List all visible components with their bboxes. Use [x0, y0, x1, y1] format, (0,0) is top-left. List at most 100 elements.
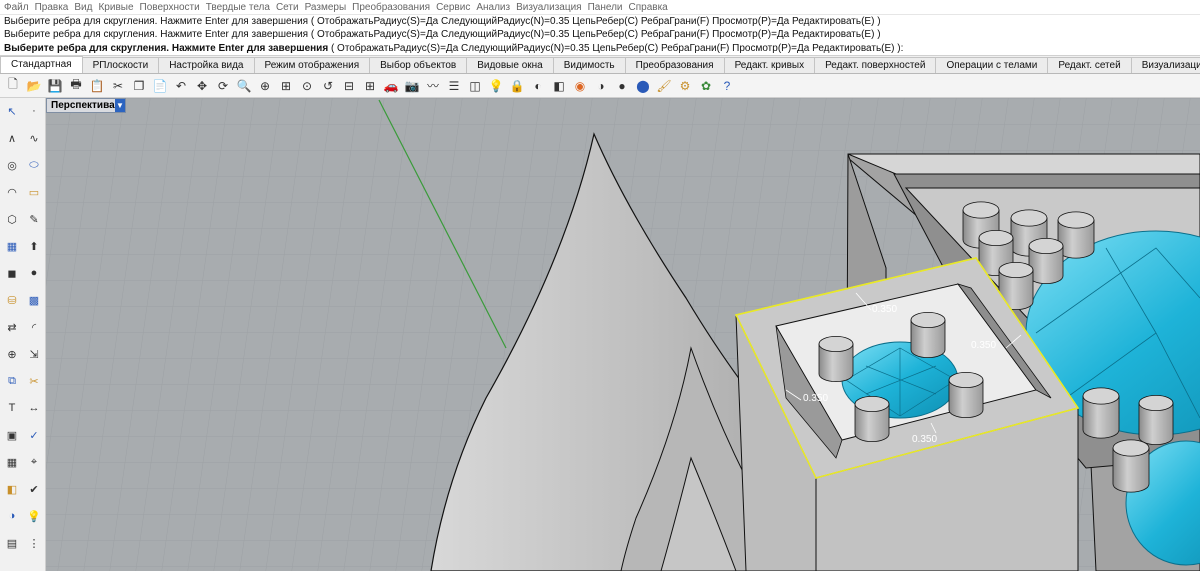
save-icon[interactable]: 💾 [46, 77, 64, 95]
menu-item[interactable]: Вид [74, 2, 92, 13]
undo-icon[interactable]: ↶ [172, 77, 190, 95]
toolbar-tab[interactable]: Редакт. поверхностей [814, 57, 937, 73]
light-icon[interactable]: 💡 [487, 77, 505, 95]
transform-icon[interactable]: ⇄ [3, 318, 21, 336]
light-tool-icon[interactable]: 💡 [25, 507, 43, 525]
options-gear-icon[interactable]: ⚙ [676, 77, 694, 95]
toolbar-tab[interactable]: Операции с телами [935, 57, 1049, 73]
toolbar-tab[interactable]: Выбор объектов [369, 57, 468, 73]
wire-icon[interactable]: 〰 [424, 77, 442, 95]
perspective-viewport[interactable]: 0.350 0.350 0.350 0.350 [46, 98, 1200, 571]
snap-icon[interactable]: ⌖ [25, 453, 43, 471]
dimension-icon[interactable]: ↔ [25, 399, 43, 417]
box-icon[interactable]: ◼ [3, 264, 21, 282]
menu-item[interactable]: Размеры [305, 2, 347, 13]
grasshopper-icon[interactable]: ✿ [697, 77, 715, 95]
select-arrow-icon[interactable]: ↖ [3, 102, 21, 120]
menu-item[interactable]: Визуализация [516, 2, 581, 13]
render-icon[interactable]: ● [613, 77, 631, 95]
menu-item[interactable]: Кривые [98, 2, 133, 13]
pan-icon[interactable]: ✥ [193, 77, 211, 95]
color-wheel-icon[interactable]: ◉ [571, 77, 589, 95]
sphere-icon[interactable]: ● [25, 264, 43, 282]
toolbar-tab[interactable]: Настройка вида [158, 57, 255, 73]
rectangle-icon[interactable]: ▭ [25, 183, 43, 201]
menu-item[interactable]: Справка [629, 2, 668, 13]
open-folder-icon[interactable]: 📂 [25, 77, 43, 95]
toolbar-tab[interactable]: Режим отображения [253, 57, 371, 73]
car-icon[interactable]: 🚗 [382, 77, 400, 95]
menu-item[interactable]: Поверхности [140, 2, 200, 13]
zoom-window-icon[interactable]: ⊕ [256, 77, 274, 95]
arc-icon[interactable]: ◠ [3, 183, 21, 201]
trim-icon[interactable]: ✂ [25, 372, 43, 390]
cylinder-icon[interactable]: ⛁ [3, 291, 21, 309]
select-all-icon[interactable]: ◫ [466, 77, 484, 95]
menu-item[interactable]: Панели [588, 2, 623, 13]
offset-icon[interactable]: ⇲ [25, 345, 43, 363]
toolbar-tab[interactable]: Редакт. кривых [723, 57, 816, 73]
shade-icon[interactable]: ◑ [592, 77, 610, 95]
paste-icon[interactable]: 📄 [151, 77, 169, 95]
curve-icon[interactable]: ∿ [25, 129, 43, 147]
fillet-icon[interactable]: ◜ [25, 318, 43, 336]
polygon-icon[interactable]: ⬡ [3, 210, 21, 228]
layer-panel-icon[interactable]: ◧ [3, 480, 21, 498]
menu-item[interactable]: Сети [276, 2, 299, 13]
group-icon[interactable]: ▤ [3, 534, 21, 552]
toolbar-tab[interactable]: Видовые окна [466, 57, 554, 73]
menu-item[interactable]: Файл [4, 2, 29, 13]
toolbar-tab[interactable]: Визуализация [1130, 57, 1200, 73]
analyze-icon[interactable]: ✓ [25, 426, 43, 444]
menu-item[interactable]: Сервис [436, 2, 470, 13]
cplane-icon[interactable]: ⊟ [340, 77, 358, 95]
hide-icon[interactable]: ◐ [529, 77, 547, 95]
rotate-view-icon[interactable]: ⟳ [214, 77, 232, 95]
toolbar-tab[interactable]: Преобразования [624, 57, 725, 73]
block-icon[interactable]: ▣ [3, 426, 21, 444]
text-icon[interactable]: T [3, 399, 21, 417]
undo-view-icon[interactable]: ↺ [319, 77, 337, 95]
menu-item[interactable]: Твердые тела [206, 2, 270, 13]
menu-item[interactable]: Преобразования [352, 2, 430, 13]
toolbar-tab[interactable]: Видимость [552, 57, 626, 73]
array-icon[interactable]: ⋮ [25, 534, 43, 552]
join-icon[interactable]: ⧉ [3, 372, 21, 390]
freeform-icon[interactable]: ✎ [25, 210, 43, 228]
check-icon[interactable]: ✔ [25, 480, 43, 498]
zoom-icon[interactable]: 🔍 [235, 77, 253, 95]
menu-item[interactable]: Правка [35, 2, 69, 13]
menu-item[interactable]: Анализ [476, 2, 510, 13]
viewport-scene[interactable]: 0.350 0.350 0.350 0.350 [46, 98, 1200, 571]
point-icon[interactable]: · [25, 102, 43, 120]
cut-icon[interactable]: ✂ [109, 77, 127, 95]
import-icon[interactable]: 📋 [88, 77, 106, 95]
layer-icon[interactable]: ◧ [550, 77, 568, 95]
render-tool-icon[interactable]: ◑ [3, 507, 21, 525]
print-icon[interactable]: 🖶 [67, 77, 85, 95]
paint-icon[interactable]: 🖌 [655, 77, 673, 95]
command-options[interactable]: ( ОтображатьРадиус(S)=Да СледующийРадиус… [328, 43, 903, 54]
polyline-icon[interactable]: ∧ [3, 129, 21, 147]
toolbar-tab[interactable]: РПлоскости [81, 57, 160, 73]
surface-icon[interactable]: ▦ [3, 237, 21, 255]
viewport-menu-chevron-icon[interactable]: ▼ [115, 99, 125, 112]
camera-icon[interactable]: 📷 [403, 77, 421, 95]
grid-icon[interactable]: ▦ [3, 453, 21, 471]
toolbar-tab[interactable]: Редакт. сетей [1047, 57, 1132, 73]
ellipse-icon[interactable]: ⬭ [25, 156, 43, 174]
boolean-icon[interactable]: ⊕ [3, 345, 21, 363]
help-icon[interactable]: ? [718, 77, 736, 95]
toolbar-tab[interactable]: Стандартная [0, 56, 83, 73]
zoom-selected-icon[interactable]: ⊙ [298, 77, 316, 95]
object-properties-icon[interactable]: ☰ [445, 77, 463, 95]
four-viewports-icon[interactable]: ⊞ [361, 77, 379, 95]
extrude-icon[interactable]: ⬆ [25, 237, 43, 255]
circle-icon[interactable]: ◎ [3, 156, 21, 174]
rendered-sphere-icon[interactable]: ⬤ [634, 77, 652, 95]
new-file-icon[interactable]: 🗋 [4, 77, 22, 95]
zoom-extents-icon[interactable]: ⊞ [277, 77, 295, 95]
viewport-tab-perspective[interactable]: Перспектива ▼ [46, 98, 126, 113]
command-prompt[interactable]: Выберите ребра для скругления. Нажмите E… [0, 41, 1200, 56]
mesh-icon[interactable]: ▩ [25, 291, 43, 309]
